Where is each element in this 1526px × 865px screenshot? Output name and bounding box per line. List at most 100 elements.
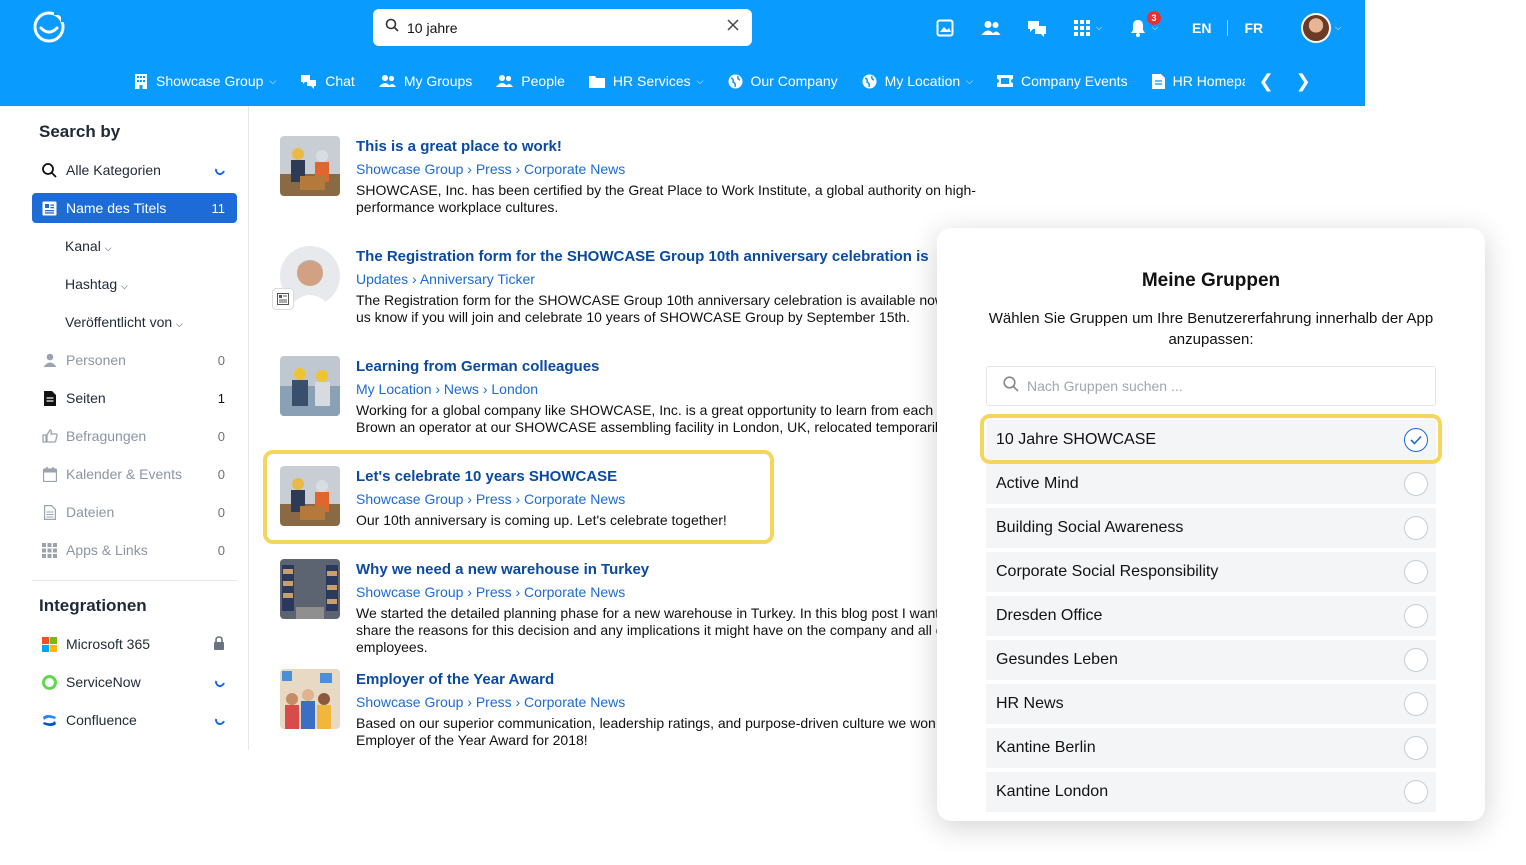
result-title-link[interactable]: The Registration form for the SHOWCASE G…	[356, 248, 929, 265]
sidebar-item-seiten[interactable]: Seiten 1	[32, 383, 237, 413]
result-title-link[interactable]: Employer of the Year Award	[356, 671, 554, 688]
search-result-item[interactable]: Employer of the Year Award Showcase Grou…	[278, 663, 978, 763]
group-option[interactable]: Kantine London	[986, 772, 1436, 812]
group-radio[interactable]	[1404, 516, 1428, 540]
global-search-field[interactable]: 10 jahre	[373, 9, 752, 46]
search-result-item[interactable]: Why we need a new warehouse in Turkey Sh…	[278, 553, 978, 655]
integration-confluence[interactable]: Confluence	[32, 705, 237, 735]
sidebar-item-befragungen[interactable]: Befragungen 0	[32, 421, 237, 451]
group-radio[interactable]	[1404, 736, 1428, 760]
result-breadcrumb[interactable]: Updates › Anniversary Ticker	[356, 271, 535, 287]
sidebar-item-count: 0	[217, 466, 225, 482]
apps-grid-icon[interactable]: ⌵	[1066, 11, 1110, 45]
sidebar-item-label: Personen	[66, 352, 126, 368]
nav-showcase-group[interactable]: Showcase Group ⌵	[134, 73, 276, 89]
group-option[interactable]: Corporate Social Responsibility	[986, 552, 1436, 592]
result-thumbnail	[280, 136, 340, 196]
app-logo-icon[interactable]	[32, 10, 66, 44]
group-radio[interactable]	[1404, 560, 1428, 584]
group-option[interactable]: Gesundes Leben	[986, 640, 1436, 680]
people-icon[interactable]	[974, 11, 1008, 45]
group-option[interactable]: Active Mind	[986, 464, 1436, 504]
chevron-down-icon: ⌵	[121, 281, 128, 291]
sidebar-item-name-des-titels[interactable]: Name des Titels 11	[32, 193, 237, 223]
language-fr[interactable]: FR	[1244, 20, 1263, 36]
sidebar-item-alle-kategorien[interactable]: Alle Kategorien	[32, 155, 237, 185]
result-highlight-frame	[263, 450, 774, 544]
result-snippet: We started the detailed planning phase f…	[356, 605, 957, 655]
clear-search-icon[interactable]	[726, 18, 740, 37]
notifications-icon[interactable]: 3 ⌵	[1122, 11, 1166, 45]
filter-hashtag[interactable]: Hashtag ⌵	[65, 276, 128, 292]
sidebar-item-dateien[interactable]: Dateien 0	[32, 497, 237, 527]
result-snippet: Working for a global company like SHOWCA…	[356, 402, 973, 435]
group-radio[interactable]	[1404, 648, 1428, 672]
result-title-link[interactable]: Learning from German colleagues	[356, 358, 599, 375]
result-breadcrumb[interactable]: Showcase Group › Press › Corporate News	[356, 584, 625, 600]
user-avatar[interactable]	[1301, 13, 1332, 43]
gallery-icon[interactable]	[928, 11, 962, 45]
group-search-input[interactable]: Nach Gruppen suchen ...	[1027, 378, 1183, 394]
integration-servicenow[interactable]: ServiceNow	[32, 667, 237, 697]
search-result-item[interactable]: This is a great place to work! Showcase …	[278, 130, 978, 230]
nav-company-events[interactable]: Company Events	[996, 73, 1128, 89]
chevron-down-icon: ⌵	[269, 75, 277, 86]
chevron-down-icon[interactable]: ⌵	[1335, 23, 1341, 33]
nav-label: People	[521, 73, 565, 89]
nav-hr-services[interactable]: HR Services ⌵	[588, 73, 704, 89]
language-divider	[1227, 20, 1229, 36]
sidebar-item-label: Apps & Links	[66, 542, 148, 558]
sidebar-item-label: Confluence	[66, 712, 137, 728]
sidebar-item-label: ServiceNow	[66, 674, 141, 690]
ticket-icon	[996, 75, 1013, 87]
language-en[interactable]: EN	[1192, 20, 1211, 36]
group-option[interactable]: Dresden Office	[986, 596, 1436, 636]
result-thumbnail	[280, 669, 340, 729]
search-icon	[385, 18, 399, 37]
nav-hr-homepage[interactable]: HR Homepage	[1151, 73, 1245, 89]
nav-our-company[interactable]: Our Company	[728, 73, 838, 89]
poll-icon	[41, 428, 58, 445]
search-result-item[interactable]: The Registration form for the SHOWCASE G…	[272, 240, 978, 340]
group-label: Active Mind	[996, 475, 1079, 492]
result-title-link[interactable]: This is a great place to work!	[356, 138, 562, 155]
sidebar-item-kalender-events[interactable]: Kalender & Events 0	[32, 459, 237, 489]
integration-microsoft-365[interactable]: Microsoft 365	[32, 629, 237, 659]
group-search-field[interactable]: Nach Gruppen suchen ...	[986, 366, 1436, 406]
group-radio[interactable]	[1404, 604, 1428, 628]
group-radio[interactable]	[1404, 692, 1428, 716]
sidebar-item-personen[interactable]: Personen 0	[32, 345, 237, 375]
person-icon	[41, 352, 58, 369]
result-breadcrumb[interactable]: Showcase Group › Press › Corporate News	[356, 694, 625, 710]
filter-kanal[interactable]: Kanal ⌵	[65, 238, 112, 254]
group-radio[interactable]	[1404, 780, 1428, 804]
group-option[interactable]: Building Social Awareness	[986, 508, 1436, 548]
nav-my-groups[interactable]: My Groups	[378, 73, 473, 89]
calendar-icon	[41, 466, 58, 483]
nav-label: My Groups	[403, 73, 473, 89]
chevron-down-icon: ⌵	[966, 75, 973, 86]
nav-next-arrow-icon[interactable]: ❯	[1296, 71, 1311, 92]
group-radio[interactable]	[1404, 472, 1428, 496]
nav-label: Chat	[325, 73, 355, 89]
group-label: Building Social Awareness	[996, 519, 1184, 536]
chat-icon[interactable]	[1020, 11, 1054, 45]
sidebar-item-label: Dateien	[66, 504, 115, 520]
nav-people[interactable]: People	[496, 73, 565, 89]
search-result-item[interactable]: Learning from German colleagues My Locat…	[278, 350, 978, 450]
sidebar-item-apps-links[interactable]: Apps & Links 0	[32, 535, 237, 565]
nav-prev-arrow-icon[interactable]: ❮	[1259, 71, 1274, 92]
result-breadcrumb[interactable]: Showcase Group › Press › Corporate News	[356, 161, 625, 177]
result-title-link[interactable]: Why we need a new warehouse in Turkey	[356, 561, 649, 578]
result-snippet: The Registration form for the SHOWCASE G…	[356, 292, 972, 325]
group-option[interactable]: Kantine Berlin	[986, 728, 1436, 768]
result-breadcrumb[interactable]: My Location › News › London	[356, 381, 538, 397]
nav-chat[interactable]: Chat	[300, 73, 355, 89]
nav-my-location[interactable]: My Location ⌵	[862, 73, 973, 89]
sidebar-item-count: 0	[217, 542, 225, 558]
group-option[interactable]: HR News	[986, 684, 1436, 724]
sidebar-item-count: 0	[217, 504, 225, 520]
filter-veroeffentlicht-von[interactable]: Veröffentlicht von ⌵	[65, 314, 183, 330]
search-input[interactable]: 10 jahre	[407, 20, 726, 36]
search-sidebar: Search by Alle Kategorien Name des Titel…	[0, 106, 249, 750]
